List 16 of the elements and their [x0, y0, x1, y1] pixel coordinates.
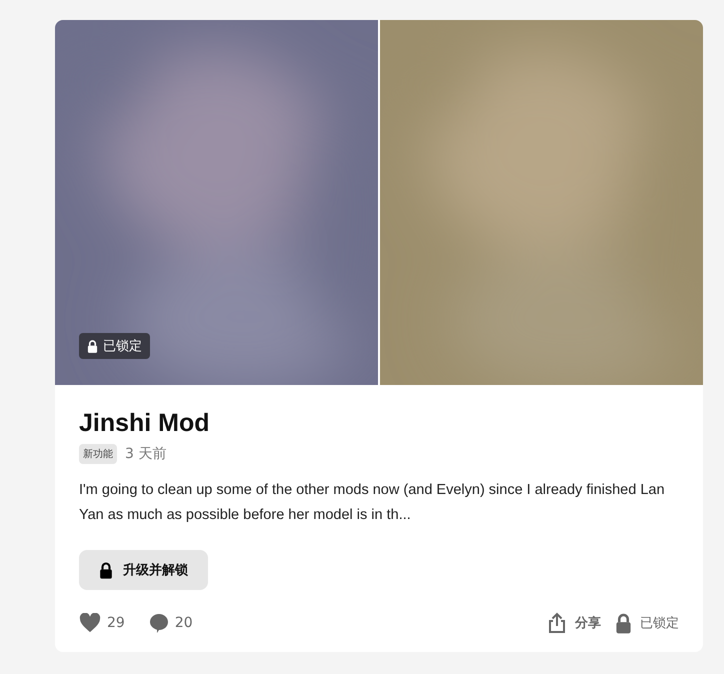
badge-label: 已锁定: [103, 338, 142, 355]
share-icon[interactable]: [547, 612, 567, 634]
comment-icon[interactable]: [148, 613, 169, 633]
tag-label: 新功能: [79, 444, 117, 464]
post-excerpt: I'm going to clean up some of the other mods now (and Evelyn) since I already finished Lan Yan as much as possible before her model is in th...: [79, 481, 666, 525]
lock-icon: [615, 612, 632, 634]
share-link[interactable]: 分享: [575, 614, 601, 632]
lock-icon: [87, 340, 98, 352]
locked-status: 已锁定: [640, 615, 679, 632]
like-count: 29: [107, 615, 125, 631]
lock-icon: [99, 562, 113, 578]
heart-icon[interactable]: [79, 613, 101, 633]
post-title: Jinshi Mod: [79, 409, 211, 438]
post-time: 3 天前: [125, 445, 166, 463]
comment-count: 20: [174, 615, 193, 631]
unlock-button[interactable]: 升级并解锁: [79, 550, 208, 590]
